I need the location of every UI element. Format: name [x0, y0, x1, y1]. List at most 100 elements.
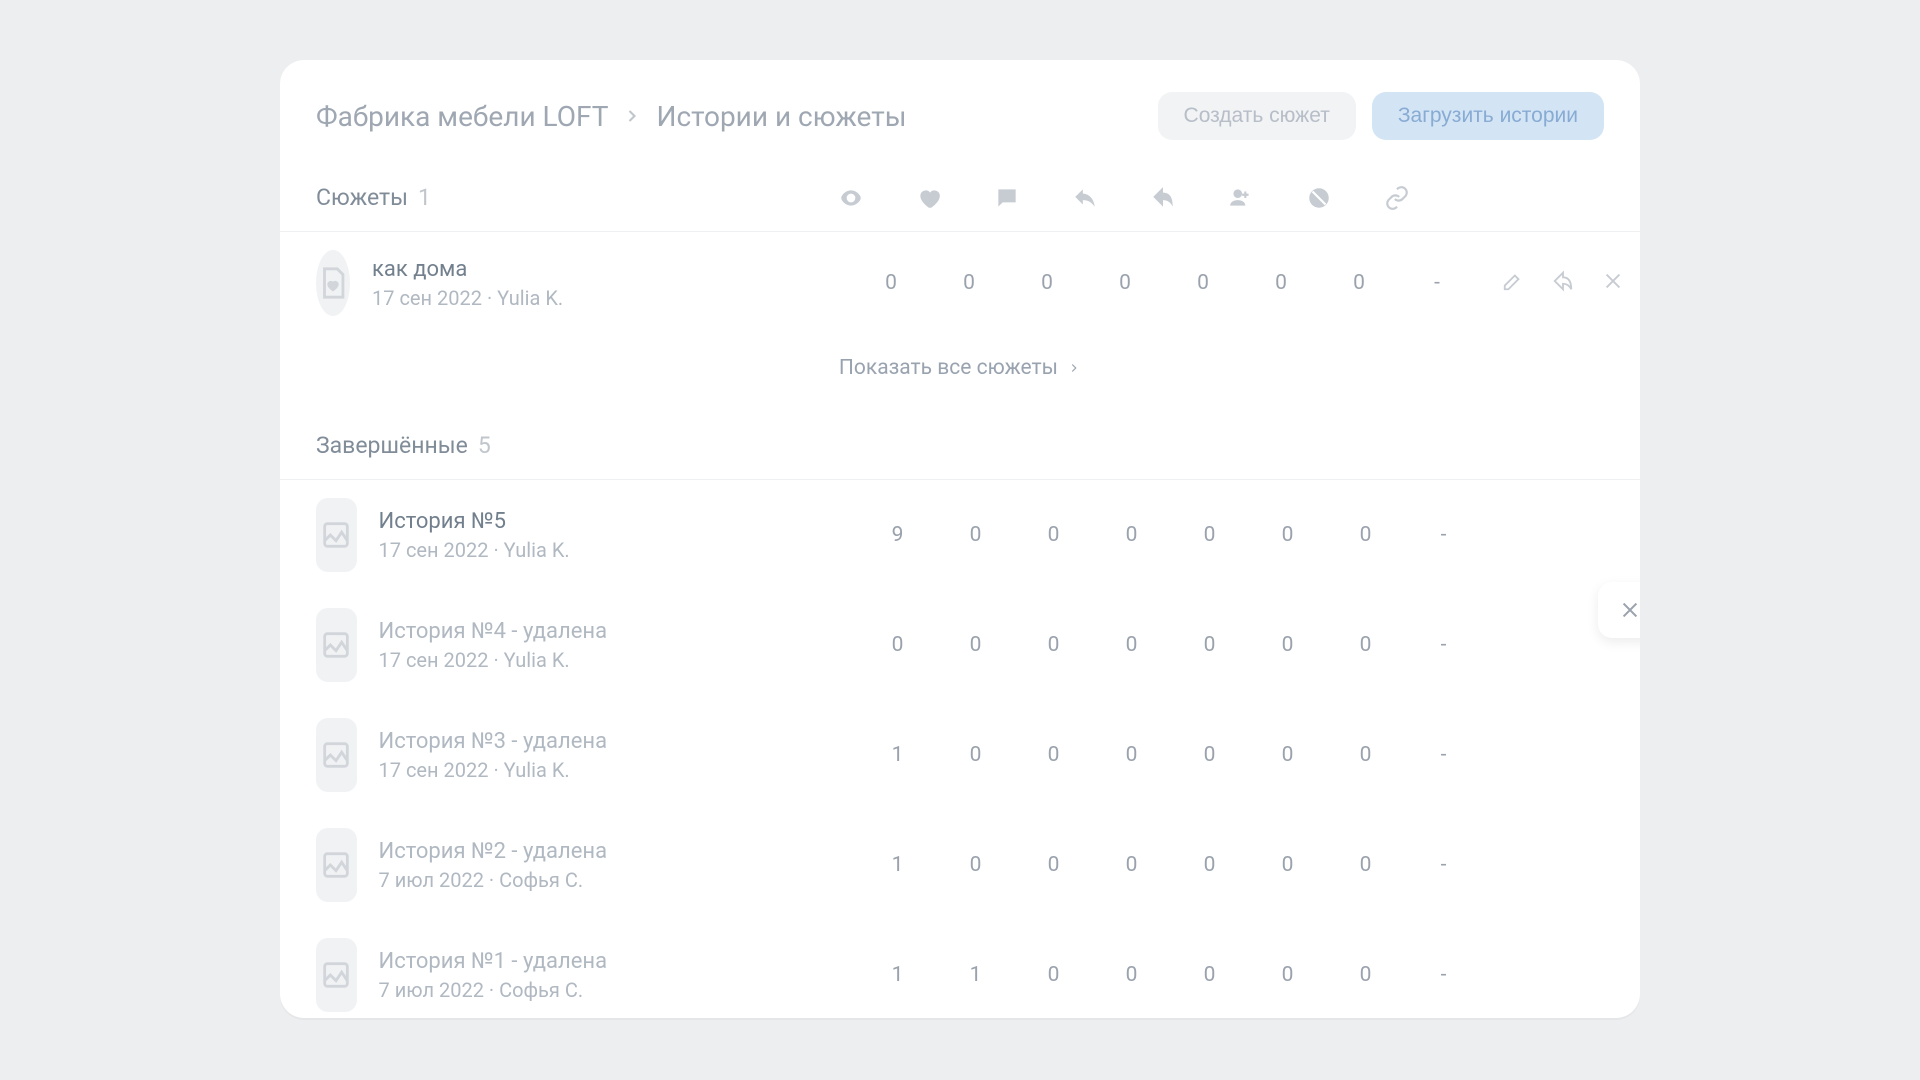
story-stats: 9000000- — [859, 523, 1483, 547]
stat-value: - — [1405, 743, 1483, 767]
stat-value: 0 — [1171, 853, 1249, 877]
stat-value: 0 — [1327, 633, 1405, 657]
stat-value: 1 — [859, 963, 937, 987]
stat-value: 0 — [937, 853, 1015, 877]
plot-stats: 0 0 0 0 0 0 0 - — [852, 271, 1476, 295]
stat-value: 1 — [859, 853, 937, 877]
finished-section-header: Завершённые 5 — [280, 412, 1640, 479]
story-stats: 1100000- — [859, 963, 1483, 987]
plot-row-actions — [1502, 270, 1624, 296]
stat-value: - — [1405, 523, 1483, 547]
story-info: История №4 - удалена 17 сен 2022 · Yulia… — [379, 619, 859, 672]
plot-info: как дома 17 сен 2022 · Yulia K. — [372, 257, 852, 310]
story-row[interactable]: История №5 17 сен 2022 · Yulia K. 900000… — [280, 480, 1640, 590]
finished-count: 5 — [478, 432, 491, 459]
story-stats: 1000000- — [859, 853, 1483, 877]
comments-icon — [968, 185, 1046, 211]
stat-value: 0 — [1327, 523, 1405, 547]
story-row[interactable]: История №2 - удалена 7 июл 2022 · Софья … — [280, 810, 1640, 920]
story-info: История №2 - удалена 7 июл 2022 · Софья … — [379, 839, 859, 892]
story-meta: 7 июл 2022 · Софья С. — [379, 978, 859, 1002]
header-actions: Создать сюжет Загрузить истории — [1158, 92, 1604, 140]
plot-title: как дома — [372, 257, 852, 282]
stat-value: 0 — [1164, 271, 1242, 295]
stat-value: 0 — [1171, 523, 1249, 547]
story-meta: 17 сен 2022 · Yulia K. — [379, 648, 859, 672]
upload-stories-button[interactable]: Загрузить истории — [1372, 92, 1604, 140]
likes-icon — [890, 185, 968, 211]
create-plot-button[interactable]: Создать сюжет — [1158, 92, 1356, 140]
breadcrumb-root[interactable]: Фабрика мебели LOFT — [316, 100, 608, 133]
stat-value: 0 — [859, 633, 937, 657]
story-thumbnail — [316, 718, 357, 792]
stat-value: 0 — [937, 633, 1015, 657]
stat-value: 0 — [1242, 271, 1320, 295]
stat-value: 0 — [1171, 963, 1249, 987]
story-title: История №4 - удалена — [379, 619, 859, 644]
stat-value: - — [1405, 853, 1483, 877]
stat-value: 0 — [1015, 633, 1093, 657]
story-stats: 0000000- — [859, 633, 1483, 657]
story-title: История №5 — [379, 509, 859, 534]
story-thumbnail — [316, 938, 357, 1012]
story-title: История №2 - удалена — [379, 839, 859, 864]
close-icon[interactable] — [1602, 270, 1624, 296]
stat-value: 0 — [1015, 743, 1093, 767]
stat-value: 0 — [1327, 743, 1405, 767]
stat-value: 0 — [1093, 963, 1171, 987]
stat-value: 0 — [1093, 853, 1171, 877]
show-all-plots-link[interactable]: Показать все сюжеты — [280, 334, 1640, 412]
delete-row-button[interactable] — [1598, 582, 1640, 638]
story-thumbnail — [316, 498, 357, 572]
story-title: История №1 - удалена — [379, 949, 859, 974]
story-stats: 1000000- — [859, 743, 1483, 767]
stat-value: - — [1398, 271, 1476, 295]
stat-value: 0 — [1249, 633, 1327, 657]
header: Фабрика мебели LOFT Истории и сюжеты Соз… — [280, 60, 1640, 164]
finished-title: Завершённые — [316, 432, 468, 459]
plot-row[interactable]: как дома 17 сен 2022 · Yulia K. 0 0 0 0 … — [280, 232, 1640, 334]
edit-icon[interactable] — [1502, 270, 1524, 296]
stat-value: - — [1405, 963, 1483, 987]
stat-value: 0 — [1015, 523, 1093, 547]
stat-value: 0 — [1093, 743, 1171, 767]
stat-value: 0 — [1015, 963, 1093, 987]
plots-section-header: Сюжеты 1 — [280, 164, 1640, 231]
stat-value: 0 — [852, 271, 930, 295]
replies-icon — [1046, 185, 1124, 211]
followers-icon — [1202, 185, 1280, 211]
stat-value: 0 — [937, 743, 1015, 767]
stat-value: 1 — [937, 963, 1015, 987]
breadcrumb-current: Истории и сюжеты — [656, 100, 906, 133]
stat-value: 0 — [1249, 853, 1327, 877]
story-thumbnail — [316, 828, 357, 902]
story-meta: 7 июл 2022 · Софья С. — [379, 868, 859, 892]
story-row[interactable]: История №3 - удалена 17 сен 2022 · Yulia… — [280, 700, 1640, 810]
stat-value: 0 — [1249, 523, 1327, 547]
stat-column-headers — [812, 185, 1446, 211]
story-row[interactable]: История №4 - удалена 17 сен 2022 · Yulia… — [280, 590, 1640, 700]
stories-panel: Фабрика мебели LOFT Истории и сюжеты Соз… — [280, 60, 1640, 1018]
link-icon — [1358, 185, 1436, 211]
stat-value: - — [1405, 633, 1483, 657]
story-thumbnail — [316, 608, 357, 682]
stat-value: 0 — [1249, 743, 1327, 767]
stat-value: 0 — [1327, 963, 1405, 987]
story-row[interactable]: История №1 - удалена 7 июл 2022 · Софья … — [280, 920, 1640, 1018]
stat-value: 0 — [937, 523, 1015, 547]
views-icon — [812, 185, 890, 211]
chevron-right-icon — [622, 100, 642, 133]
shares-icon — [1124, 185, 1202, 211]
stat-value: 0 — [1008, 271, 1086, 295]
stat-value: 0 — [1171, 633, 1249, 657]
plots-count: 1 — [418, 184, 431, 211]
stat-value: 0 — [1015, 853, 1093, 877]
share-icon[interactable] — [1552, 270, 1574, 296]
stat-value: 0 — [1320, 271, 1398, 295]
stat-value: 0 — [1171, 743, 1249, 767]
story-meta: 17 сен 2022 · Yulia K. — [379, 758, 859, 782]
stat-value: 1 — [859, 743, 937, 767]
story-title: История №3 - удалена — [379, 729, 859, 754]
story-meta: 17 сен 2022 · Yulia K. — [379, 538, 859, 562]
stat-value: 0 — [930, 271, 1008, 295]
